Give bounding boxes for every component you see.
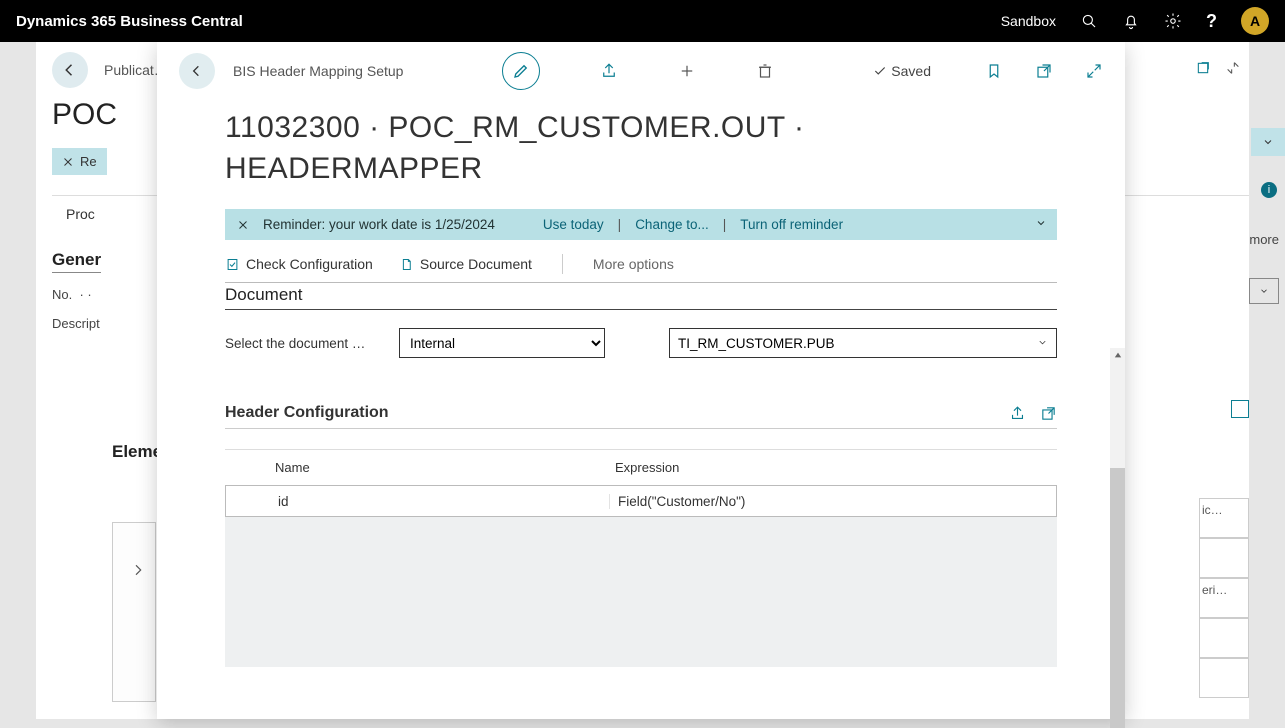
popout-section-icon[interactable] (1040, 405, 1057, 422)
bg-cell-fragment (1199, 618, 1249, 658)
reminder-close-icon[interactable] (237, 219, 249, 231)
grid-empty-area (225, 517, 1057, 667)
bg-show-more[interactable]: more (1249, 232, 1279, 247)
bg-cell-fragment (1199, 538, 1249, 578)
card-scrollbar[interactable] (1110, 348, 1125, 719)
share-icon[interactable] (600, 62, 618, 80)
app-topbar: Dynamics 365 Business Central Sandbox ? … (0, 0, 1285, 42)
help-icon[interactable]: ? (1206, 11, 1217, 32)
bg-grid-gutter (112, 522, 156, 702)
bg-dropdown-chevron[interactable] (1249, 278, 1279, 304)
document-section-heading: Document (225, 283, 1057, 310)
open-new-window-icon[interactable] (1035, 62, 1053, 80)
bookmark-icon[interactable] (985, 62, 1003, 80)
bg-info-badge[interactable]: i (1261, 182, 1277, 198)
grid-row[interactable]: id Field("Customer/No") (226, 486, 1056, 516)
scroll-thumb[interactable] (1110, 468, 1125, 728)
document-type-select[interactable]: Internal (399, 328, 605, 358)
edit-button[interactable] (502, 52, 540, 90)
reminder-expand-icon[interactable] (1035, 217, 1047, 232)
grid-cell-expression[interactable]: Field("Customer/No") (610, 494, 1056, 509)
card-breadcrumb: BIS Header Mapping Setup (233, 63, 403, 79)
scroll-up-icon[interactable] (1110, 348, 1125, 362)
bg-cell-fragment (1199, 658, 1249, 698)
user-avatar[interactable]: A (1241, 7, 1269, 35)
header-config-heading: Header Configuration (225, 404, 389, 422)
share-section-icon[interactable] (1009, 405, 1026, 422)
popout-icon[interactable] (1195, 60, 1211, 81)
settings-gear-icon[interactable] (1164, 12, 1182, 30)
search-icon[interactable] (1080, 12, 1098, 30)
bg-back-button[interactable] (52, 52, 88, 88)
bg-row-arrow-icon (130, 562, 146, 583)
reminder-use-today-link[interactable]: Use today (543, 217, 604, 232)
bg-reminder-pill[interactable]: Re (52, 148, 107, 175)
grid-cell-name[interactable]: id (270, 494, 610, 509)
header-mapping-card: BIS Header Mapping Setup Saved 11032300 … (157, 42, 1125, 719)
lookup-chevron-icon[interactable] (1037, 336, 1048, 351)
bg-grid-fragments: ic… eri… (1199, 400, 1249, 698)
grid-col-expression[interactable]: Expression (609, 450, 1057, 485)
delete-icon[interactable] (756, 62, 774, 80)
notifications-icon[interactable] (1122, 12, 1140, 30)
bg-cell-fragment: eri… (1199, 578, 1249, 618)
reminder-change-to-link[interactable]: Change to... (635, 217, 709, 232)
reminder-text: Reminder: your work date is 1/25/2024 (263, 217, 495, 232)
select-document-label: Select the document … (225, 336, 375, 351)
expand-icon[interactable] (1085, 62, 1103, 80)
grid-col-name[interactable]: Name (269, 450, 609, 485)
collapse-icon[interactable] (1225, 60, 1241, 81)
source-document-action[interactable]: Source Document (399, 256, 532, 272)
card-action-bar: Check Configuration Source Document More… (225, 254, 1057, 283)
bg-cell-fragment: ic… (1199, 498, 1249, 538)
document-lookup-field[interactable]: TI_RM_CUSTOMER.PUB (669, 328, 1057, 358)
bg-popout-small-icon[interactable] (1231, 400, 1249, 418)
card-title: 11032300 · POC_RM_CUSTOMER.OUT · HEADERM… (157, 100, 1125, 193)
document-lookup-value: TI_RM_CUSTOMER.PUB (678, 336, 835, 351)
reminder-turn-off-link[interactable]: Turn off reminder (740, 217, 843, 232)
saved-indicator: Saved (873, 63, 931, 79)
new-icon[interactable] (678, 62, 696, 80)
workdate-reminder: Reminder: your work date is 1/25/2024 Us… (225, 209, 1057, 240)
environment-badge: Sandbox (1001, 13, 1056, 29)
check-configuration-action[interactable]: Check Configuration (225, 256, 373, 272)
card-back-button[interactable] (179, 53, 215, 89)
more-options-action[interactable]: More options (593, 256, 674, 272)
header-config-grid: Name Expression id Field("Customer/No") (225, 449, 1057, 667)
app-title: Dynamics 365 Business Central (16, 13, 243, 30)
bg-window-controls (1195, 60, 1241, 81)
bg-section-general: Gener (52, 250, 101, 273)
bg-collapse-chevron[interactable] (1251, 128, 1285, 156)
